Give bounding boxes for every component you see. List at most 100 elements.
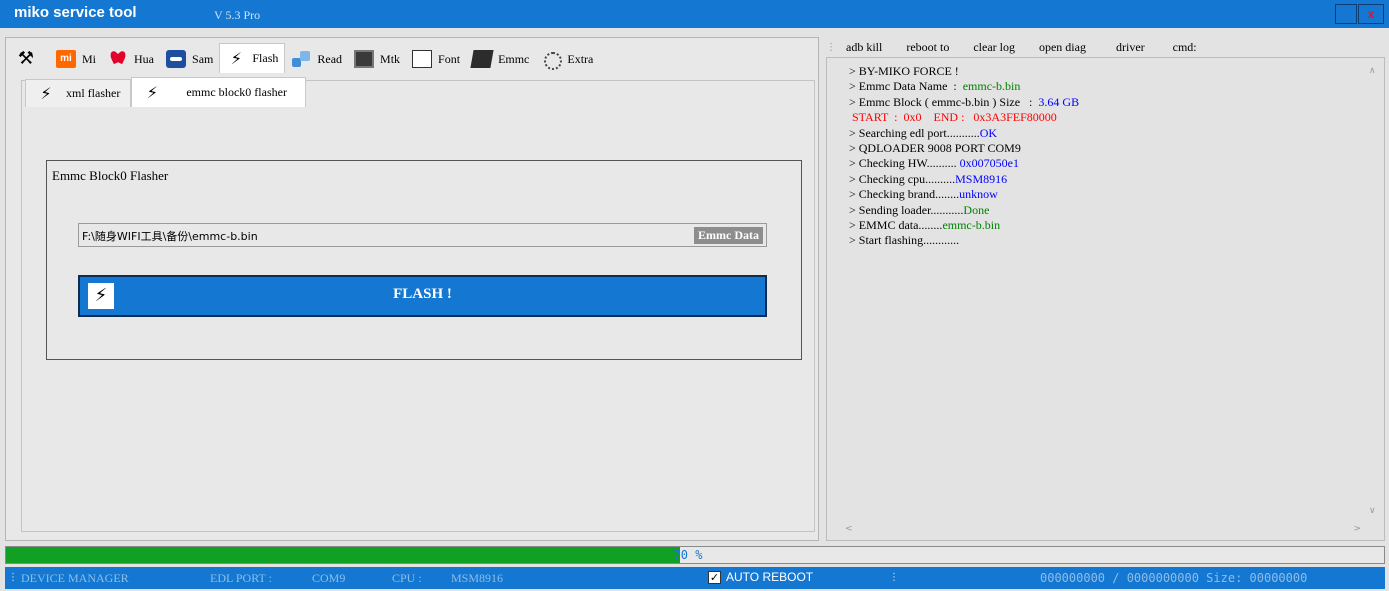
log-line: > EMMC data........emmc-b.bin xyxy=(849,218,1079,233)
scroll-left-icon[interactable]: < xyxy=(845,524,853,534)
log-line: > Emmc Block ( emmc-b.bin ) Size : 3.64 … xyxy=(849,95,1079,110)
minimize-button[interactable] xyxy=(1335,4,1357,24)
tab-sam[interactable]: Sam xyxy=(160,45,219,73)
flash-icon: ⚡︎ xyxy=(146,82,158,102)
tab-flash[interactable]: ⚡︎ Flash xyxy=(219,43,286,73)
log-text: > Searching edl port........... xyxy=(849,125,980,140)
log-text: > Start flashing............ xyxy=(849,233,960,248)
cmd-menu[interactable]: cmd: xyxy=(1173,40,1197,55)
log-text: 0x007050e1 xyxy=(959,156,1019,171)
tab-label: Hua xyxy=(134,51,155,66)
log-text: unknow xyxy=(959,187,998,202)
log-text: > BY-MIKO FORCE ! xyxy=(849,64,959,78)
auto-reboot-checkbox[interactable]: ✓ xyxy=(708,570,721,584)
tools-icon: ⚒ xyxy=(17,48,35,69)
auto-reboot-label: AUTO REBOOT xyxy=(726,570,814,584)
vertical-scrollbar[interactable]: ∧ ∨ xyxy=(1366,60,1382,522)
huawei-icon xyxy=(108,50,128,68)
log-text: > Checking cpu.......... xyxy=(849,171,956,186)
log-text: emmc-b.bin xyxy=(962,79,1021,94)
log-text: START : 0x0 END : 0x3A3FEF80000 xyxy=(849,110,1057,125)
grip-icon: ⋮ xyxy=(8,572,18,583)
xiaomi-icon: mi xyxy=(56,50,76,68)
tab-label: Mi xyxy=(82,51,97,66)
reboot-to-menu[interactable]: reboot to xyxy=(906,40,949,55)
main-tab-bar: ⚒ mi Mi Hua Sam ⚡︎ Flash Read Mtk Font E… xyxy=(6,43,599,73)
log-line: > Emmc Data Name : emmc-b.bin xyxy=(849,79,1079,94)
tab-emmc[interactable]: Emmc xyxy=(466,45,535,73)
mtk-chip-icon xyxy=(354,50,375,68)
log-text: > QDLOADER 9008 PORT COM9 xyxy=(849,141,1021,156)
log-line: > Start flashing............ xyxy=(849,233,1079,248)
tab-read[interactable]: Read xyxy=(285,45,348,73)
log-line: > Sending loader...........Done xyxy=(849,203,1079,218)
log-line: > Checking HW.......... 0x007050e1 xyxy=(849,156,1079,171)
log-panel: ⋮ adb kill reboot to clear log open diag… xyxy=(822,37,1389,541)
open-diag-menu[interactable]: open diag xyxy=(1039,40,1086,55)
clear-log-menu[interactable]: clear log xyxy=(973,40,1015,55)
log-text: > Checking brand........ xyxy=(849,187,960,202)
emmc-block0-flasher-group: Emmc Block0 Flasher F:\随身WIFI工具\备份\emmc-… xyxy=(46,160,802,360)
tab-mi[interactable]: mi Mi xyxy=(50,45,102,73)
app-version: V 5.3 Pro xyxy=(214,8,261,22)
driver-menu[interactable]: driver xyxy=(1116,40,1145,55)
scroll-down-icon[interactable]: ∨ xyxy=(1369,506,1376,516)
title-bar: miko service tool V 5.3 Pro x xyxy=(0,0,1389,28)
edl-port-value: COM9 xyxy=(312,571,346,585)
edl-port-label: EDL PORT : xyxy=(210,571,272,585)
horizontal-scrollbar[interactable]: < > xyxy=(829,522,1365,538)
log-text: Done xyxy=(963,202,990,217)
cpu-value: MSM8916 xyxy=(451,571,504,585)
log-text: > Emmc Block ( emmc-b.bin ) Size : xyxy=(849,94,1039,109)
adb-kill-menu[interactable]: adb kill xyxy=(846,40,882,55)
tab-label: Flash xyxy=(252,51,279,65)
log-text: emmc-b.bin xyxy=(942,218,1001,233)
tab-label: Emmc xyxy=(498,51,530,66)
log-menu-bar: ⋮ adb kill reboot to clear log open diag… xyxy=(822,37,1221,57)
close-button[interactable]: x xyxy=(1358,4,1384,24)
log-output[interactable]: > BY-MIKO FORCE ! > Emmc Data Name : emmc… xyxy=(826,57,1385,541)
device-manager-link[interactable]: DEVICE MANAGER xyxy=(21,571,129,586)
tab-label: Read xyxy=(317,51,343,66)
tab-font[interactable]: Font xyxy=(406,45,466,73)
font-file-icon xyxy=(412,50,433,68)
scroll-right-icon[interactable]: > xyxy=(1353,524,1361,534)
sub-tab-label: xml flasher xyxy=(66,86,121,100)
read-icon xyxy=(291,50,311,68)
log-text: 3.64 GB xyxy=(1038,94,1080,109)
grip-icon: ⋮ xyxy=(826,41,836,53)
log-text: OK xyxy=(979,125,998,140)
tab-label: Mtk xyxy=(380,51,401,66)
tab-mtk[interactable]: Mtk xyxy=(348,45,406,73)
emmc-data-button[interactable]: Emmc Data xyxy=(694,227,763,244)
log-text: > Emmc Data Name : xyxy=(849,79,963,94)
flash-button-label: FLASH ! xyxy=(393,286,452,302)
log-lines: > BY-MIKO FORCE ! > Emmc Data Name : emmc… xyxy=(849,64,1079,249)
tab-tools[interactable]: ⚒ xyxy=(6,45,50,73)
status-bar: ⋮ DEVICE MANAGER EDL PORT : COM9 CPU : M… xyxy=(5,567,1385,589)
grip-icon: ⋮ xyxy=(889,572,899,583)
log-text: > Sending loader........... xyxy=(849,202,964,217)
sub-tab-label: emmc block0 flasher xyxy=(186,85,287,99)
tab-hua[interactable]: Hua xyxy=(102,45,160,73)
extra-gear-icon xyxy=(541,50,563,70)
auto-reboot-toggle[interactable]: ✓ AUTO REBOOT xyxy=(708,570,813,584)
tab-xml-flasher[interactable]: ⚡︎ xml flasher xyxy=(25,79,132,107)
cpu-label: CPU : xyxy=(392,571,422,585)
tab-label: Sam xyxy=(192,51,214,66)
scroll-up-icon[interactable]: ∧ xyxy=(1369,66,1376,76)
flash-button[interactable]: ⚡︎ FLASH ! xyxy=(78,275,767,317)
progress-label: 70 % xyxy=(673,548,703,562)
log-text: MSM8916 xyxy=(955,171,1008,186)
flash-icon: ⚡︎ xyxy=(40,83,52,103)
samsung-icon xyxy=(166,50,187,68)
file-path-field[interactable]: F:\随身WIFI工具\备份\emmc-b.bin Emmc Data xyxy=(78,223,767,247)
tab-label: Font xyxy=(438,51,461,66)
log-line: > BY-MIKO FORCE ! xyxy=(849,64,1079,79)
emmc-icon xyxy=(470,50,494,68)
sub-tab-bar: ⚡︎ xml flasher ⚡︎ emmc block0 flasher xyxy=(25,77,306,107)
tab-extra[interactable]: Extra xyxy=(535,45,599,73)
tab-emmc-block0-flasher[interactable]: ⚡︎ emmc block0 flasher xyxy=(131,77,306,107)
progress-bar: 70 % xyxy=(5,546,1385,564)
log-line: START : 0x0 END : 0x3A3FEF80000 xyxy=(849,110,1079,125)
